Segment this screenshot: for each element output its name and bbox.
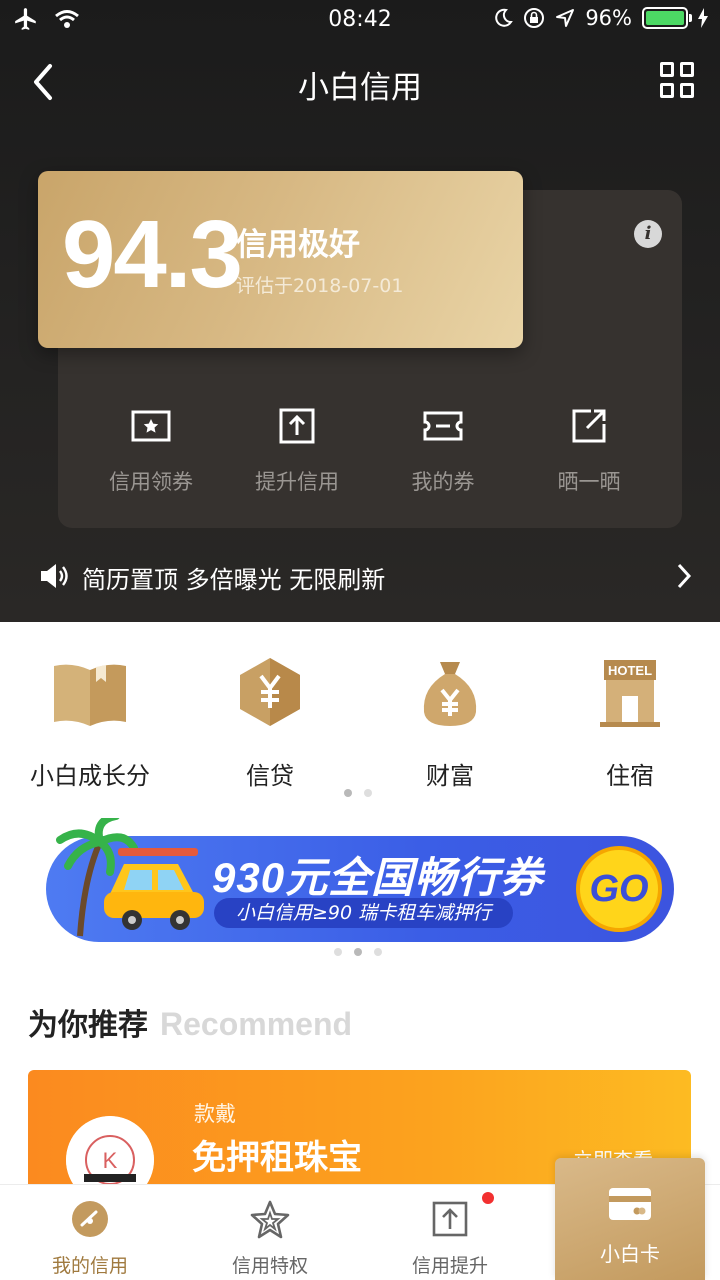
share-icon — [572, 409, 606, 443]
recommend-title: 为你推荐 — [28, 1008, 148, 1043]
notification-badge — [482, 1192, 494, 1204]
action-improve-credit[interactable]: 提升信用 — [222, 400, 372, 496]
tab-label: 信用提升 — [411, 1255, 488, 1277]
services-page-indicator — [344, 789, 372, 797]
location-icon — [556, 9, 575, 27]
action-label: 提升信用 — [255, 470, 339, 494]
grid-menu-icon[interactable] — [660, 62, 696, 98]
moon-icon — [495, 8, 514, 27]
rotation-lock-icon — [524, 8, 545, 28]
brand-logo-letter: K — [103, 1148, 118, 1173]
info-icon[interactable]: i — [634, 220, 662, 248]
tab-label: 我的信用 — [51, 1255, 128, 1277]
service-label: 住宿 — [606, 762, 654, 790]
tab-privileges[interactable]: 信用特权 — [180, 1185, 360, 1280]
gauge-icon — [72, 1201, 108, 1237]
recommend-header: 为你推荐 Recommend — [28, 1000, 352, 1044]
nav-bar: 小白信用 — [0, 44, 720, 120]
charging-icon — [698, 8, 708, 28]
hotel-sign: HOTEL — [608, 663, 652, 678]
car-palm-illustration — [56, 818, 204, 937]
page-title: 小白信用 — [298, 70, 422, 106]
banner-subtitle: 小白信用≥90 瑞卡租车减押行 — [214, 898, 514, 928]
tab-label: 信用特权 — [231, 1255, 308, 1277]
evaluation-date: 评估于2018-07-01 — [236, 275, 404, 297]
battery-percent: 96% — [585, 6, 632, 30]
service-growth-score[interactable]: 小白成长分 — [0, 650, 180, 791]
banner-title: 930元全国畅行券 — [212, 854, 544, 901]
card-icon — [609, 1188, 651, 1220]
go-button[interactable]: GO — [576, 846, 662, 932]
service-label: 财富 — [426, 762, 474, 790]
action-share[interactable]: 晒一晒 — [514, 400, 664, 496]
notice-text: 简历置顶 多倍曝光 无限刷新 — [82, 566, 386, 594]
tab-improve[interactable]: 信用提升 — [360, 1185, 540, 1280]
service-label: 信贷 — [246, 762, 294, 790]
chevron-right-icon — [677, 563, 692, 589]
service-label: 小白成长分 — [30, 762, 150, 790]
tab-label: 小白卡 — [600, 1242, 660, 1266]
notice-bar[interactable]: 简历置顶 多倍曝光 无限刷新 — [0, 548, 720, 608]
recommend-title-en: Recommend — [160, 1006, 353, 1042]
money-bag-icon — [423, 662, 477, 726]
coupon-star-icon — [131, 410, 171, 442]
recommend-name: 免押租珠宝 — [192, 1138, 362, 1178]
star-icon — [250, 1200, 290, 1239]
credit-score: 94.3 — [62, 201, 243, 308]
credit-grade: 信用极好 — [236, 227, 360, 263]
action-label: 晒一晒 — [557, 470, 621, 494]
recommend-brand: 款戴 — [194, 1102, 236, 1126]
yuan-hexagon-icon — [240, 658, 300, 726]
hotel-icon: HOTEL — [600, 660, 660, 727]
speaker-icon — [41, 564, 68, 588]
battery-icon — [642, 7, 692, 29]
services-row: 小白成长分 信贷 财富 HOTEL 住宿 — [0, 650, 720, 790]
service-hotel[interactable]: HOTEL 住宿 — [540, 650, 720, 791]
status-bar: 08:42 96% — [0, 0, 720, 40]
action-label: 我的券 — [411, 470, 475, 494]
upload-icon — [432, 1201, 468, 1237]
service-wealth[interactable]: 财富 — [360, 650, 540, 791]
credit-score-card[interactable]: 94.3 信用极好 评估于2018-07-01 — [38, 171, 523, 348]
promo-banner[interactable]: 930元全国畅行券 小白信用≥90 瑞卡租车减押行 GO — [46, 818, 674, 942]
action-my-coupons[interactable]: 我的券 — [368, 400, 518, 496]
banner-page-indicator — [334, 948, 382, 956]
ticket-icon — [423, 411, 463, 441]
book-icon — [54, 664, 126, 726]
credit-actions: 信用领券 提升信用 我的券 晒一晒 — [58, 400, 682, 500]
service-credit-loan[interactable]: 信贷 — [180, 650, 360, 791]
upload-icon — [279, 408, 315, 444]
tab-my-credit[interactable]: 我的信用 — [0, 1185, 180, 1280]
action-get-coupon[interactable]: 信用领券 — [76, 400, 226, 496]
action-label: 信用领券 — [109, 470, 193, 494]
tab-xiaobai-card[interactable]: 小白卡 — [555, 1158, 705, 1280]
